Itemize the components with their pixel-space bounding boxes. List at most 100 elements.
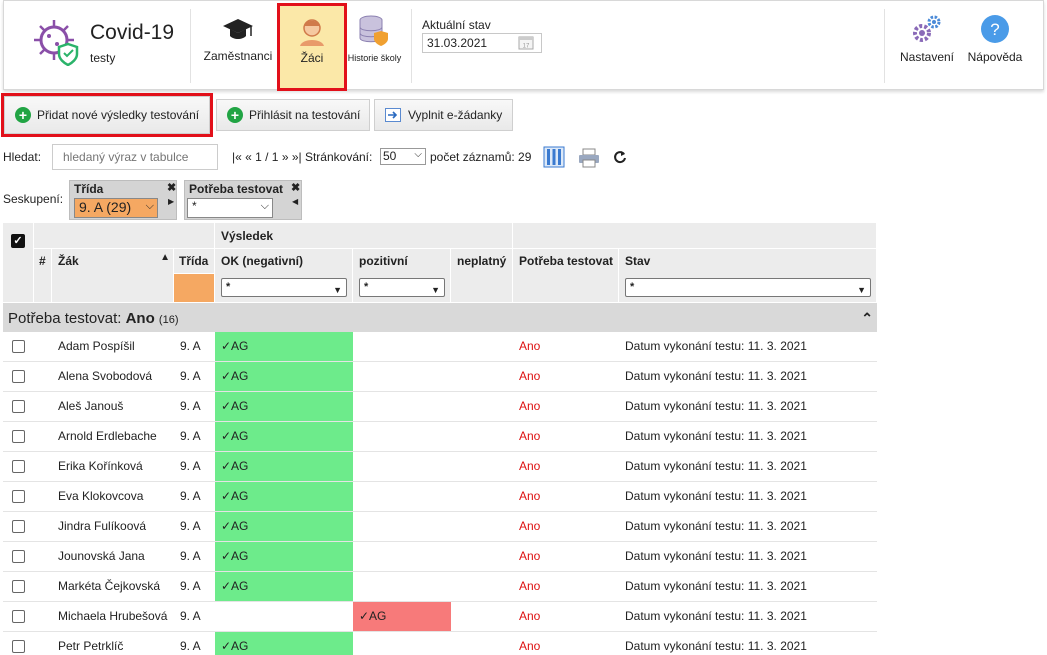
select-all-checkbox[interactable]: ✓ — [11, 234, 25, 248]
need-testing-value: Ano — [519, 489, 541, 503]
table-row[interactable]: Erika Kořínková 9. A ✓AG Ano Datum vykonání … — [3, 452, 877, 482]
table-row[interactable]: Adam Pospíšil 9. A ✓AG Ano Datum vykonání te… — [3, 332, 877, 362]
table-row[interactable]: Jounovská Jana 9. A ✓AG Ano Datum vykonání t… — [3, 542, 877, 572]
svg-text:17: 17 — [523, 44, 530, 50]
row-checkbox[interactable] — [12, 610, 25, 623]
header-zak[interactable]: Žák ▲ — [52, 249, 174, 303]
row-checkbox-cell — [3, 392, 34, 421]
arrow-left-icon[interactable]: ◀ — [292, 197, 298, 206]
positive-result-cell — [353, 332, 451, 361]
row-checkbox[interactable] — [12, 520, 25, 533]
nav-zamestnanci[interactable]: Zaměstnanci — [200, 9, 276, 83]
invalid-result-cell — [451, 482, 513, 511]
table-row[interactable]: Alena Svobodová 9. A ✓AG Ano Datum vykonání … — [3, 362, 877, 392]
table-row[interactable]: Arnold Erdlebache 9. A ✓AG Ano Datum vykonán… — [3, 422, 877, 452]
row-checkbox[interactable] — [12, 640, 25, 653]
row-checkbox-cell — [3, 602, 34, 631]
nav-zaci[interactable]: Žáci — [277, 3, 347, 91]
ok-result-cell: ✓AG — [215, 392, 353, 421]
close-icon[interactable]: ✖ — [167, 181, 176, 194]
ok-filter-select[interactable]: * ▼ — [221, 278, 347, 297]
trida-filter-cell — [174, 274, 215, 303]
add-results-button[interactable]: + Přidat nové výsledky testování — [1, 93, 213, 137]
pozitivni-filter-select[interactable]: * ▼ — [359, 278, 445, 297]
header-vysledek: Výsledek — [215, 223, 513, 249]
row-checkbox[interactable] — [12, 490, 25, 503]
table-row[interactable]: Jindra Fulíkoová 9. A ✓AG Ano Datum vykonání… — [3, 512, 877, 542]
database-shield-icon — [359, 15, 388, 46]
header-neplatny[interactable]: neplatný — [451, 249, 513, 303]
columns-icon[interactable] — [543, 146, 565, 168]
plus-circle-icon: + — [15, 107, 31, 123]
chevron-down-icon: ▼ — [857, 285, 866, 295]
student-name: Jindra Fulíkoová — [58, 519, 147, 533]
table-row[interactable]: Markéta Čejkovská 9. A ✓AG Ano Datum vykonán… — [3, 572, 877, 602]
table-row[interactable]: Eva Klokovcova 9. A ✓AG Ano Datum vykonání t… — [3, 482, 877, 512]
group-chip-potreba[interactable]: Potřeba testovat ✖ ◀ * ⌵ — [184, 180, 302, 220]
divider — [884, 9, 885, 83]
plus-circle-icon: + — [227, 107, 243, 123]
student-name: Erika Kořínková — [58, 459, 143, 473]
refresh-icon[interactable] — [613, 150, 627, 164]
ok-result-cell: ✓AG — [215, 512, 353, 541]
ok-result-cell: ✓AG — [215, 422, 353, 451]
nav-historie-skoly[interactable]: Historie školy — [347, 9, 402, 83]
stav-filter-select[interactable]: * ▼ — [625, 278, 871, 297]
page-size-select[interactable]: 50 ⌵ — [380, 148, 426, 165]
row-num-cell — [34, 542, 52, 571]
need-testing-value: Ano — [519, 579, 541, 593]
status-text: Datum vykonání testu: 11. 3. 2021 — [625, 519, 807, 533]
header-ok[interactable]: OK (negativní) * ▼ — [215, 249, 353, 303]
settings-button[interactable]: Nastavení — [895, 9, 959, 83]
header-pozitivni[interactable]: pozitivní * ▼ — [353, 249, 451, 303]
positive-result-cell — [353, 542, 451, 571]
paging-label: Stránkování: — [304, 150, 373, 164]
search-label: Hledat: — [3, 150, 42, 164]
chip-select[interactable]: 9. A (29) ⌵ — [74, 198, 158, 218]
row-checkbox[interactable] — [12, 400, 25, 413]
calendar-icon[interactable]: 17 — [518, 35, 534, 50]
divider — [190, 9, 191, 83]
status-text: Datum vykonání testu: 11. 3. 2021 — [625, 399, 807, 413]
row-checkbox[interactable] — [12, 430, 25, 443]
row-checkbox[interactable] — [12, 340, 25, 353]
ok-result-cell: ✓AG — [215, 572, 353, 601]
register-testing-button[interactable]: + Přihlásit na testování — [216, 99, 370, 131]
collapse-icon[interactable]: ⌃ — [861, 310, 873, 327]
chip-select[interactable]: * ⌵ — [187, 198, 273, 218]
row-checkbox[interactable] — [12, 370, 25, 383]
header-potreba[interactable]: Potřeba testovat — [513, 249, 619, 303]
student-name: Michaela Hrubešová — [58, 609, 168, 623]
invalid-result-cell — [451, 602, 513, 631]
arrow-right-icon[interactable]: ▶ — [168, 197, 174, 206]
row-checkbox[interactable] — [12, 550, 25, 563]
student-name: Aleš Janouš — [58, 399, 124, 413]
close-icon[interactable]: ✖ — [291, 181, 300, 194]
chip-select-value: 9. A (29) — [79, 199, 132, 215]
status-text: Datum vykonání testu: 11. 3. 2021 — [625, 489, 807, 503]
row-num-cell — [34, 482, 52, 511]
group-chip-trida[interactable]: Třída ✖ ▶ 9. A (29) ⌵ — [69, 180, 177, 220]
student-class: 9. A — [180, 459, 201, 473]
student-name: Jounovská Jana — [58, 549, 145, 563]
pager-controls[interactable]: |« « 1 / 1 » »| — [232, 150, 302, 164]
chevron-down-icon: ▼ — [431, 285, 440, 295]
table-row[interactable]: Aleš Janouš 9. A ✓AG Ano Datum vykonání test… — [3, 392, 877, 422]
row-checkbox[interactable] — [12, 460, 25, 473]
table-row[interactable]: Petr Petrklíč 9. A ✓AG Ano Datum vykonání te… — [3, 632, 877, 655]
help-button[interactable]: ? Nápověda — [962, 9, 1028, 83]
chip-select-value: * — [192, 199, 197, 213]
table-row[interactable]: Michaela Hrubešová 9. A ✓AG Ano Datum vykoná… — [3, 602, 877, 632]
header-stav[interactable]: Stav * ▼ — [619, 249, 877, 303]
nav-label: Historie školy — [347, 53, 402, 63]
search-input[interactable] — [52, 144, 218, 170]
row-checkbox[interactable] — [12, 580, 25, 593]
print-icon[interactable] — [578, 148, 600, 168]
ezadanky-button[interactable]: Vyplnit e-žádanky — [374, 99, 513, 131]
ezadanky-label: Vyplnit e-žádanky — [408, 108, 503, 122]
group-header-row[interactable]: Potřeba testovat: Ano (16) ⌃ — [3, 303, 877, 332]
group-value: Ano — [125, 310, 155, 327]
header-trida[interactable]: Třída — [174, 249, 215, 274]
pager: |« « 1 / 1 » »| Stránkování: — [232, 150, 372, 164]
status-text: Datum vykonání testu: 11. 3. 2021 — [625, 579, 807, 593]
